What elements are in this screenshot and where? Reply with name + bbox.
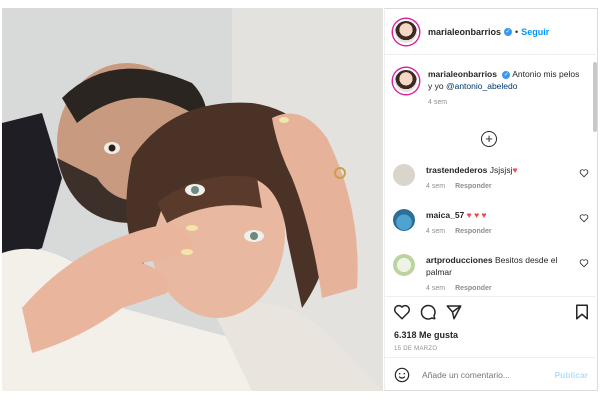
caption: marialeonbarrios ✓ Antonio mis pelos y y… — [393, 68, 583, 109]
comment-time[interactable]: 4 sem — [426, 228, 445, 235]
verified-badge-icon: ✓ — [502, 71, 511, 79]
post-photo-image — [2, 8, 383, 391]
comment-time[interactable]: 4 sem — [426, 285, 445, 292]
post-photo[interactable] — [2, 8, 383, 391]
comment-text: Jsjsjsj — [489, 165, 513, 175]
red-heart-emoji: ♥ — [512, 165, 518, 175]
comment-item: maica_57 ♥ ♥ ♥ 4 sem Responder — [393, 209, 591, 238]
commenter-avatar[interactable] — [393, 254, 415, 276]
comment-item: artproducciones Besitos desde el palmar … — [393, 254, 591, 295]
publish-button[interactable]: Publicar — [554, 370, 588, 380]
comment-meta: 4 sem Responder — [426, 226, 566, 238]
comment-body: trastendederos Jsjsjsj♥ 4 sem Responder — [426, 164, 566, 193]
comment-time[interactable]: 4 sem — [426, 183, 445, 190]
caption-avatar[interactable] — [393, 68, 419, 94]
action-bar: 6.318 Me gusta 15 DE MARZO — [385, 296, 598, 356]
comment-meta: 4 sem Responder — [426, 283, 566, 295]
reply-button[interactable]: Responder — [455, 285, 492, 292]
comments-list[interactable]: marialeonbarrios ✓ Antonio mis pelos y y… — [385, 56, 598, 303]
commenter-avatar[interactable] — [393, 209, 415, 231]
caption-mention-link[interactable]: @antonio_abeledo — [446, 81, 518, 91]
heart-icon[interactable] — [393, 303, 411, 321]
comments-scrollbar[interactable] — [593, 62, 597, 132]
verified-badge-icon: ✓ — [504, 27, 513, 36]
comment-input[interactable] — [422, 369, 542, 380]
author-username[interactable]: marialeonbarrios — [428, 27, 501, 37]
paper-plane-icon[interactable] — [445, 303, 463, 321]
comment-username[interactable]: trastendederos — [426, 165, 487, 175]
caption-username[interactable]: marialeonbarrios — [428, 69, 497, 79]
post-date[interactable]: 15 DE MARZO — [394, 346, 437, 352]
author-avatar[interactable] — [393, 18, 419, 45]
comment-meta: 4 sem Responder — [426, 181, 566, 193]
caption-body: marialeonbarrios ✓ Antonio mis pelos y y… — [428, 68, 583, 109]
like-comment-heart-icon[interactable] — [579, 168, 589, 178]
comment-item: trastendederos Jsjsjsj♥ 4 sem Responder — [393, 164, 591, 193]
plus-circle-icon[interactable]: + — [481, 131, 497, 147]
bookmark-icon[interactable] — [573, 303, 591, 321]
comment-body: maica_57 ♥ ♥ ♥ 4 sem Responder — [426, 209, 566, 238]
likes-count[interactable]: 6.318 Me gusta — [394, 330, 458, 340]
smiley-icon[interactable] — [394, 367, 410, 383]
commenter-avatar[interactable] — [393, 164, 415, 186]
red-heart-emoji: ♥ ♥ ♥ — [466, 210, 487, 220]
post-header: marialeonbarrios ✓ • Seguir — [385, 9, 598, 55]
instagram-post-window: marialeonbarrios ✓ • Seguir marialeonbar… — [0, 0, 600, 400]
like-comment-heart-icon[interactable] — [579, 258, 589, 268]
post-side-panel: marialeonbarrios ✓ • Seguir marialeonbar… — [384, 8, 598, 391]
separator-dot: • — [515, 26, 519, 37]
reply-button[interactable]: Responder — [455, 183, 492, 190]
comment-username[interactable]: artproducciones — [426, 255, 493, 265]
reply-button[interactable]: Responder — [455, 228, 492, 235]
follow-button[interactable]: Seguir — [521, 27, 549, 37]
like-comment-heart-icon[interactable] — [579, 213, 589, 223]
comment-icon[interactable] — [419, 303, 437, 321]
add-comment-bar: Publicar — [385, 357, 598, 391]
comment-username[interactable]: maica_57 — [426, 210, 464, 220]
caption-time[interactable]: 4 sem — [428, 97, 583, 109]
comment-body: artproducciones Besitos desde el palmar … — [426, 254, 566, 295]
